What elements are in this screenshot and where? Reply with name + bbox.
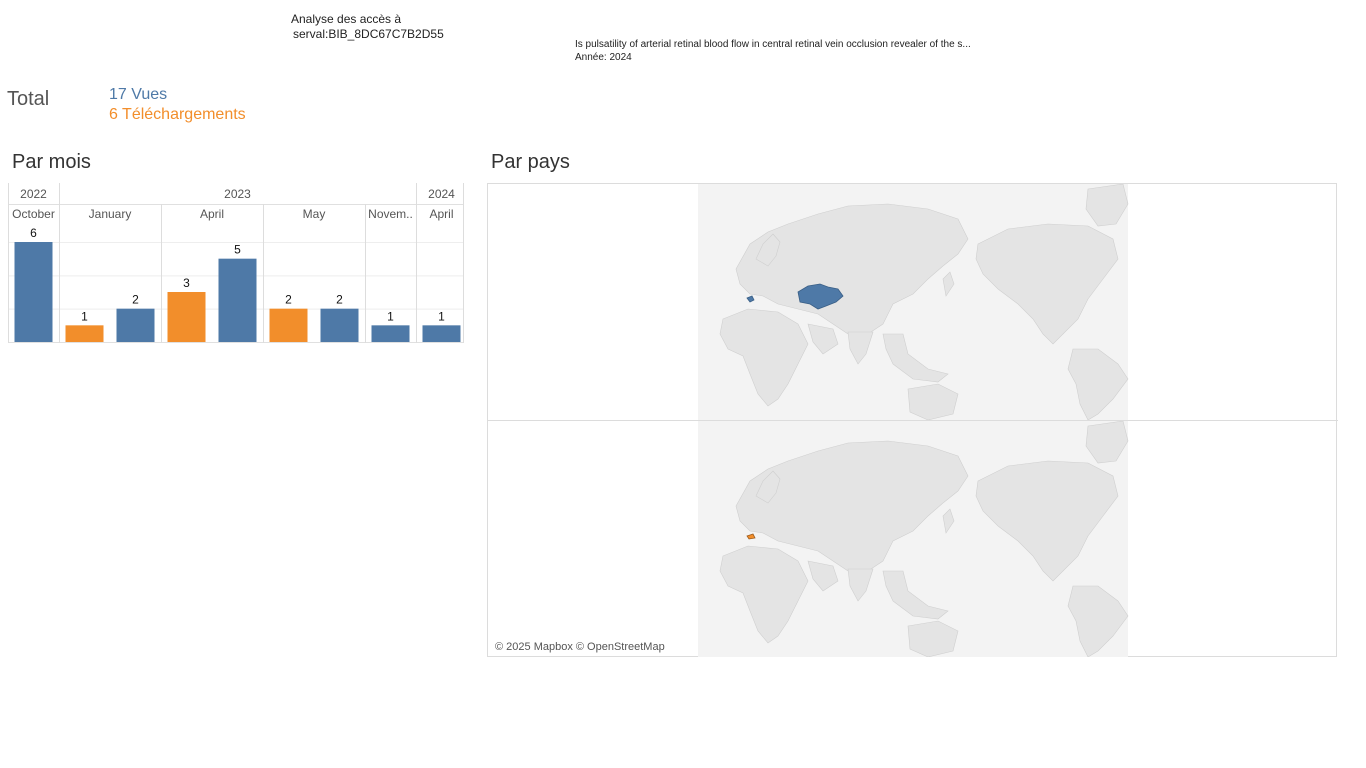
title-line-1: Analyse des accès à: [291, 12, 402, 26]
page-title: Analyse des accès à serval:BIB_8DC67C7B2…: [291, 12, 444, 42]
data-label: 2: [132, 293, 139, 307]
monthly-bar-chart[interactable]: 2022 2023 2024 October 6 January 1 2 April 3 5 May 2…: [8, 183, 464, 345]
year-label-2023: 2023: [224, 187, 251, 201]
title-line-2: serval:BIB_8DC67C7B2D55: [293, 27, 444, 41]
data-label: 2: [285, 293, 292, 307]
month-label: April: [429, 207, 453, 221]
bar-views[interactable]: [218, 258, 257, 342]
data-label: 1: [387, 309, 394, 323]
data-label: 1: [438, 309, 445, 323]
data-label: 5: [234, 243, 241, 257]
data-label: 1: [81, 309, 88, 323]
year-label-2022: 2022: [20, 187, 47, 201]
map-attribution[interactable]: © 2025 Mapbox © OpenStreetMap: [495, 641, 665, 653]
map-downloads[interactable]: [488, 421, 1338, 657]
bar-downloads[interactable]: [167, 292, 206, 342]
downloads-total[interactable]: 6 Téléchargements: [109, 106, 246, 124]
section-title-by-country: Par pays: [491, 151, 570, 173]
bar-views[interactable]: [320, 308, 359, 342]
total-label: Total: [7, 88, 50, 110]
month-label: April: [200, 207, 224, 221]
bar-views[interactable]: [371, 325, 410, 342]
data-label: 6: [30, 226, 37, 240]
month-label: May: [303, 207, 326, 221]
bar-downloads[interactable]: [269, 308, 308, 342]
month-label: January: [89, 207, 132, 221]
bar-views[interactable]: [422, 325, 461, 342]
data-label: 3: [183, 276, 190, 290]
data-label: 2: [336, 293, 343, 307]
world-map-panel[interactable]: [487, 183, 1338, 657]
section-title-by-month: Par mois: [12, 151, 91, 173]
year-label-2024: 2024: [428, 187, 455, 201]
document-info: Is pulsatility of arterial retinal blood…: [575, 38, 971, 64]
bar-downloads[interactable]: [65, 325, 104, 342]
month-label: October: [12, 207, 55, 221]
bar-views[interactable]: [116, 308, 155, 342]
document-year: Année: 2024: [575, 52, 632, 63]
month-label: Novem..: [368, 207, 413, 221]
document-title: Is pulsatility of arterial retinal blood…: [575, 39, 971, 50]
map-views[interactable]: [488, 184, 1338, 421]
views-total[interactable]: 17 Vues: [109, 86, 167, 104]
bar-views[interactable]: [14, 242, 53, 342]
